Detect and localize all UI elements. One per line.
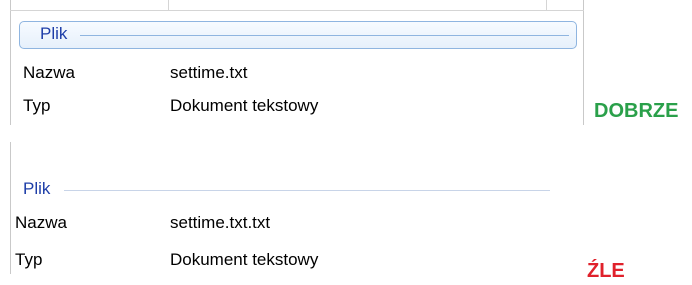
properties-panel-correct: Plik Nazwa settime.txt Typ Dokument teks… <box>0 0 586 125</box>
property-name: Typ <box>23 96 51 115</box>
column-header-line <box>10 10 584 11</box>
properties-panel-incorrect: Plik Nazwa settime.txt.txt Typ Dokument … <box>0 142 560 285</box>
column-header-separator[interactable] <box>546 0 547 11</box>
property-value: settime.txt.txt <box>170 213 271 232</box>
property-value: settime.txt <box>170 63 248 82</box>
panel-left-border <box>10 142 11 274</box>
verdict-incorrect-label: ŹLE <box>587 260 625 282</box>
property-name: Nazwa <box>15 213 67 232</box>
group-divider <box>80 35 569 36</box>
property-name: Nazwa <box>23 63 75 82</box>
group-label-file: Plik <box>40 24 68 43</box>
group-divider <box>64 190 550 191</box>
group-label-file: Plik <box>23 179 51 198</box>
property-value: Dokument tekstowy <box>170 96 319 115</box>
panel-right-border <box>583 0 584 125</box>
verdict-correct-label: DOBRZE <box>594 100 679 122</box>
property-name: Typ <box>15 250 43 269</box>
column-header-separator[interactable] <box>168 0 169 11</box>
panel-left-border <box>10 0 11 125</box>
property-value: Dokument tekstowy <box>170 250 319 269</box>
